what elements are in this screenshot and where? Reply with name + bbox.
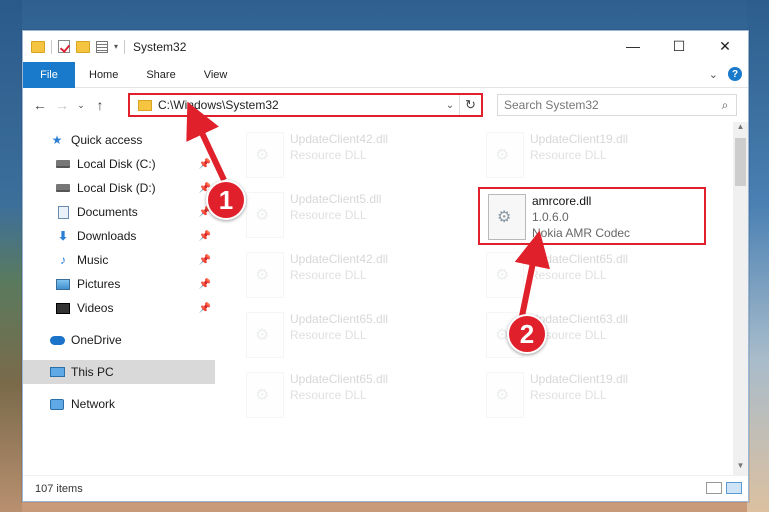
arrow-2: [514, 230, 551, 317]
annotation-arrows: [186, 101, 551, 317]
step-1-badge: 1: [206, 180, 246, 220]
step-2-badge: 2: [507, 314, 547, 354]
arrow-1: [186, 101, 227, 182]
